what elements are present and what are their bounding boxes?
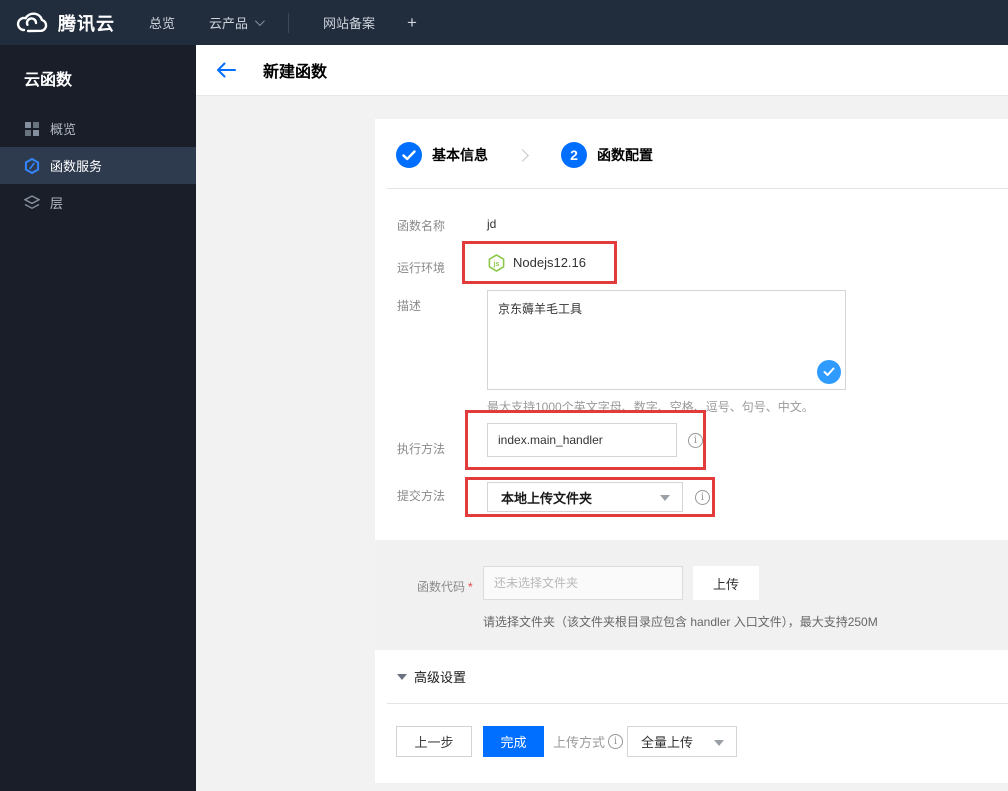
submit-method-highlight-box: 本地上传文件夹 i — [465, 477, 715, 517]
upload-mode-label-row: 上传方式 i — [553, 732, 624, 751]
scf-hexagon-icon — [24, 157, 40, 174]
nav-item-website-icp[interactable]: 网站备案 — [323, 13, 375, 32]
sidebar-item-function-service[interactable]: 函数服务 — [0, 147, 196, 184]
submit-method-value: 本地上传文件夹 — [501, 490, 593, 506]
advanced-settings-label: 高级设置 — [414, 670, 467, 685]
page-header: 新建函数 — [196, 45, 1008, 96]
caret-down-icon — [660, 495, 670, 501]
chevron-down-icon — [254, 16, 265, 27]
add-tab-button[interactable]: + — [407, 13, 417, 33]
function-code-section: 函数代码* 上传 请选择文件夹（该文件夹根目录应包含 handler 入口文件）… — [375, 540, 1008, 650]
footer-actions: 上一步 完成 上传方式 i 全量上传 — [396, 726, 738, 757]
code-folder-input[interactable] — [483, 566, 683, 600]
nav-item-overview[interactable]: 总览 — [149, 13, 175, 32]
sidebar-item-label: 层 — [50, 196, 64, 211]
code-hint: 请选择文件夹（该文件夹根目录应包含 handler 入口文件），最大支持250M — [483, 615, 878, 629]
tencent-cloud-logo[interactable]: 腾讯云 — [14, 10, 115, 36]
description-label: 描述 — [397, 299, 422, 313]
submit-method-select[interactable]: 本地上传文件夹 — [487, 482, 683, 512]
handler-highlight-box: i — [465, 410, 706, 470]
handler-input[interactable] — [487, 423, 677, 457]
chevron-right-icon — [516, 148, 529, 162]
sidebar-item-label: 概览 — [50, 122, 77, 137]
valid-check-icon — [817, 360, 841, 384]
caret-down-icon — [714, 739, 725, 746]
page-title: 新建函数 — [263, 64, 328, 81]
finish-button[interactable]: 完成 — [483, 726, 544, 757]
footer-divider — [387, 703, 1008, 704]
required-asterisk: * — [468, 580, 473, 594]
cloud-logo-icon — [16, 11, 48, 32]
function-config-card: 基本信息 2 函数配置 函数名称 jd 运行环境 js Nodejs12.16 … — [375, 119, 1008, 783]
step1-done-circle — [396, 142, 422, 168]
function-name-value: jd — [487, 217, 497, 231]
runtime-label: 运行环境 — [397, 261, 446, 275]
steps-divider — [387, 188, 1008, 189]
sidebar-title: 云函数 — [24, 72, 73, 89]
back-arrow-icon — [217, 62, 236, 78]
nodejs-icon: js — [488, 253, 505, 272]
upload-mode-value: 全量上传 — [641, 735, 694, 750]
step1-label: 基本信息 — [432, 147, 488, 163]
sidebar-item-overview[interactable]: 概览 — [0, 110, 196, 147]
layers-icon — [24, 195, 40, 211]
submit-method-label: 提交方法 — [397, 489, 446, 503]
check-icon — [402, 149, 416, 160]
upload-mode-select[interactable]: 全量上传 — [627, 726, 738, 757]
top-navbar: 腾讯云 总览 云产品 网站备案 + — [0, 0, 1008, 45]
sidebar-item-layers[interactable]: 层 — [0, 184, 196, 221]
content-area: 基本信息 2 函数配置 函数名称 jd 运行环境 js Nodejs12.16 … — [196, 96, 1008, 791]
step2-label: 函数配置 — [597, 147, 653, 163]
function-name-label: 函数名称 — [397, 219, 446, 233]
back-button[interactable] — [215, 61, 237, 79]
runtime-value: Nodejs12.16 — [513, 255, 586, 270]
svg-text:js: js — [493, 260, 500, 267]
grid-icon — [24, 121, 40, 137]
step-indicator: 基本信息 2 函数配置 — [396, 142, 653, 168]
previous-step-button[interactable]: 上一步 — [396, 726, 472, 757]
nav-divider — [288, 12, 290, 33]
advanced-settings-toggle[interactable]: 高级设置 — [397, 667, 466, 686]
runtime-highlight-box: js Nodejs12.16 — [462, 241, 617, 284]
handler-label: 执行方法 — [397, 442, 446, 456]
info-icon[interactable]: i — [608, 734, 624, 749]
triangle-down-icon — [397, 673, 407, 680]
upload-button[interactable]: 上传 — [693, 566, 759, 600]
info-icon[interactable]: i — [688, 432, 703, 448]
nav-item-cloud-products[interactable]: 云产品 — [209, 13, 265, 32]
sidebar-item-label: 函数服务 — [50, 159, 103, 174]
description-textarea[interactable]: 京东薅羊毛工具 — [487, 290, 846, 390]
step2-number-circle: 2 — [561, 142, 587, 168]
brand-name: 腾讯云 — [58, 13, 115, 34]
runtime-value-row[interactable]: js Nodejs12.16 — [488, 253, 586, 272]
sidebar: 云函数 概览 函数服务 层 — [0, 45, 196, 791]
info-icon[interactable]: i — [695, 489, 710, 505]
function-code-label: 函数代码 * — [417, 580, 473, 594]
